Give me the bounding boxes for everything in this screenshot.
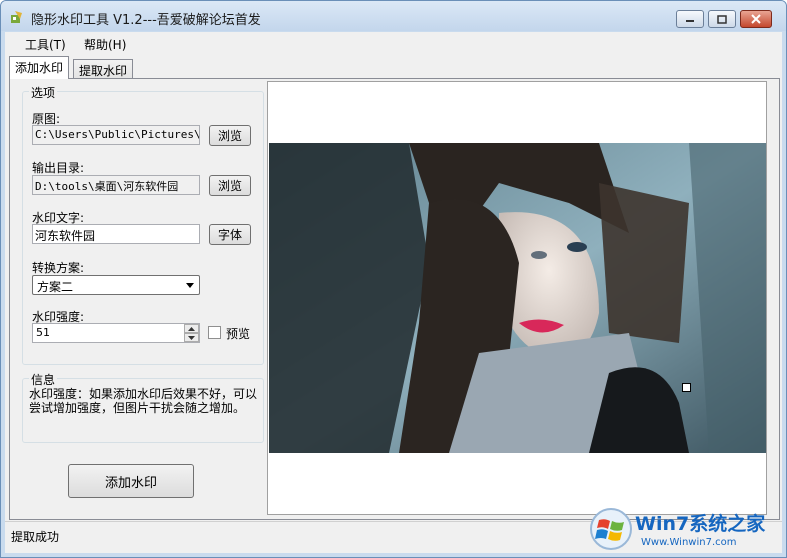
font-button[interactable]: 字体	[209, 224, 251, 245]
preview-checkbox[interactable]	[208, 326, 221, 339]
maximize-icon	[717, 14, 727, 24]
app-window: 隐形水印工具 V1.2---吾爱破解论坛首发 工具(T) 帮助(H) 添加水印 …	[0, 0, 787, 558]
brand-name: Win7系统之家	[635, 513, 766, 535]
tab-extract-watermark[interactable]: 提取水印	[73, 59, 134, 79]
chevron-down-icon	[186, 283, 194, 288]
stepper-up-button[interactable]	[184, 324, 199, 333]
menu-tools[interactable]: 工具(T)	[25, 36, 66, 53]
info-text: 水印强度：如果添加水印后效果不好，可以尝试增加强度，但图片干扰会随之增加。	[29, 387, 258, 415]
strength-stepper[interactable]: 51	[32, 323, 200, 343]
client-area: 工具(T) 帮助(H) 添加水印 提取水印 选项 原图: C:\Users\Pu…	[5, 32, 782, 553]
maximize-button[interactable]	[708, 10, 736, 28]
arrow-down-icon	[188, 335, 195, 340]
minimize-button[interactable]	[676, 10, 704, 28]
info-group-title: 信息	[29, 371, 58, 388]
strength-value: 51	[36, 326, 50, 339]
preview-image	[269, 143, 766, 453]
browse-output-button[interactable]: 浏览	[209, 175, 251, 196]
source-path-field[interactable]: C:\Users\Public\Pictures\Sa	[32, 125, 200, 145]
resize-handle[interactable]	[682, 383, 691, 392]
scheme-select-value: 方案二	[37, 280, 74, 294]
brand-url: Www.Winwin7.com	[641, 537, 737, 548]
menu-help[interactable]: 帮助(H)	[84, 36, 126, 53]
app-icon	[11, 11, 22, 23]
title-bar[interactable]: 隐形水印工具 V1.2---吾爱破解论坛首发	[1, 1, 786, 31]
tab-add-watermark[interactable]: 添加水印	[9, 56, 70, 79]
window-title: 隐形水印工具 V1.2---吾爱破解论坛首发	[31, 13, 261, 28]
close-button[interactable]	[740, 10, 772, 28]
site-watermark: Win7系统之家 Www.Winwin7.com	[589, 505, 784, 555]
status-text: 提取成功	[11, 530, 60, 544]
stepper-buttons	[184, 324, 199, 342]
output-dir-field[interactable]: D:\tools\桌面\河东软件园	[32, 175, 200, 195]
options-group-title: 选项	[29, 84, 58, 101]
image-preview-pane	[267, 81, 767, 515]
scheme-select[interactable]: 方案二	[32, 275, 200, 295]
stepper-down-button[interactable]	[184, 333, 199, 342]
arrow-up-icon	[188, 326, 195, 331]
windows-logo-icon	[590, 508, 632, 550]
add-watermark-button[interactable]: 添加水印	[68, 464, 194, 498]
browse-source-button[interactable]: 浏览	[209, 125, 251, 146]
info-group: 信息 水印强度：如果添加水印后效果不好，可以尝试增加强度，但图片干扰会随之增加。	[22, 371, 264, 443]
options-group: 选项 原图: C:\Users\Public\Pictures\Sa 浏览 输出…	[22, 84, 264, 365]
scheme-label: 转换方案:	[32, 261, 85, 275]
watermark-text-field[interactable]: 河东软件园	[32, 224, 200, 244]
output-label: 输出目录:	[32, 161, 85, 175]
menu-bar: 工具(T) 帮助(H)	[5, 32, 782, 54]
minimize-icon	[686, 20, 694, 22]
close-icon	[751, 14, 761, 24]
preview-label: 预览	[226, 327, 251, 341]
